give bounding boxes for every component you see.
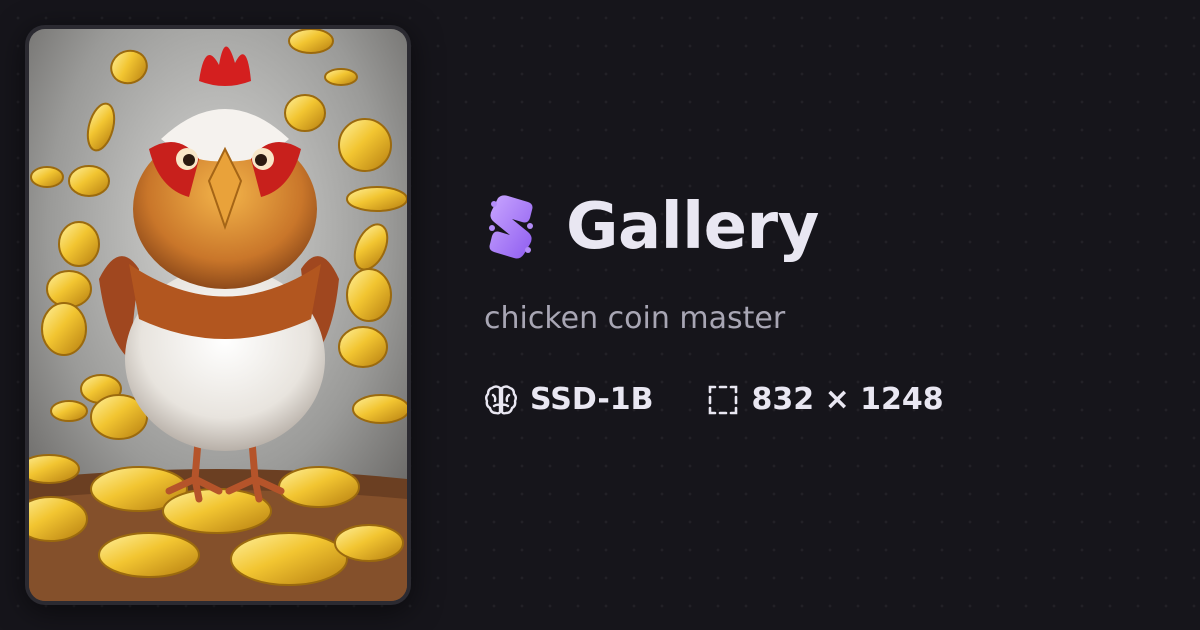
brain-icon bbox=[485, 385, 517, 415]
info-panel: Gallery chicken coin master SSD-1B 832 ×… bbox=[484, 185, 1174, 417]
meta-row: SSD-1B 832 × 1248 bbox=[484, 383, 1174, 417]
model-name: SSD-1B bbox=[530, 382, 654, 417]
image-prompt: chicken coin master bbox=[484, 301, 786, 336]
page-title: Gallery bbox=[566, 190, 819, 264]
model-info: SSD-1B bbox=[484, 383, 654, 417]
image-dimensions: 832 × 1248 bbox=[751, 382, 944, 417]
generated-image bbox=[29, 29, 407, 601]
gallery-logo-icon bbox=[489, 195, 533, 259]
preview-card: Gallery chicken coin master SSD-1B 832 ×… bbox=[0, 0, 1200, 630]
title-row: Gallery bbox=[484, 185, 1174, 269]
dashed-square-icon bbox=[708, 385, 737, 415]
dimensions-info: 832 × 1248 bbox=[706, 383, 944, 417]
generated-image-frame bbox=[25, 25, 411, 605]
